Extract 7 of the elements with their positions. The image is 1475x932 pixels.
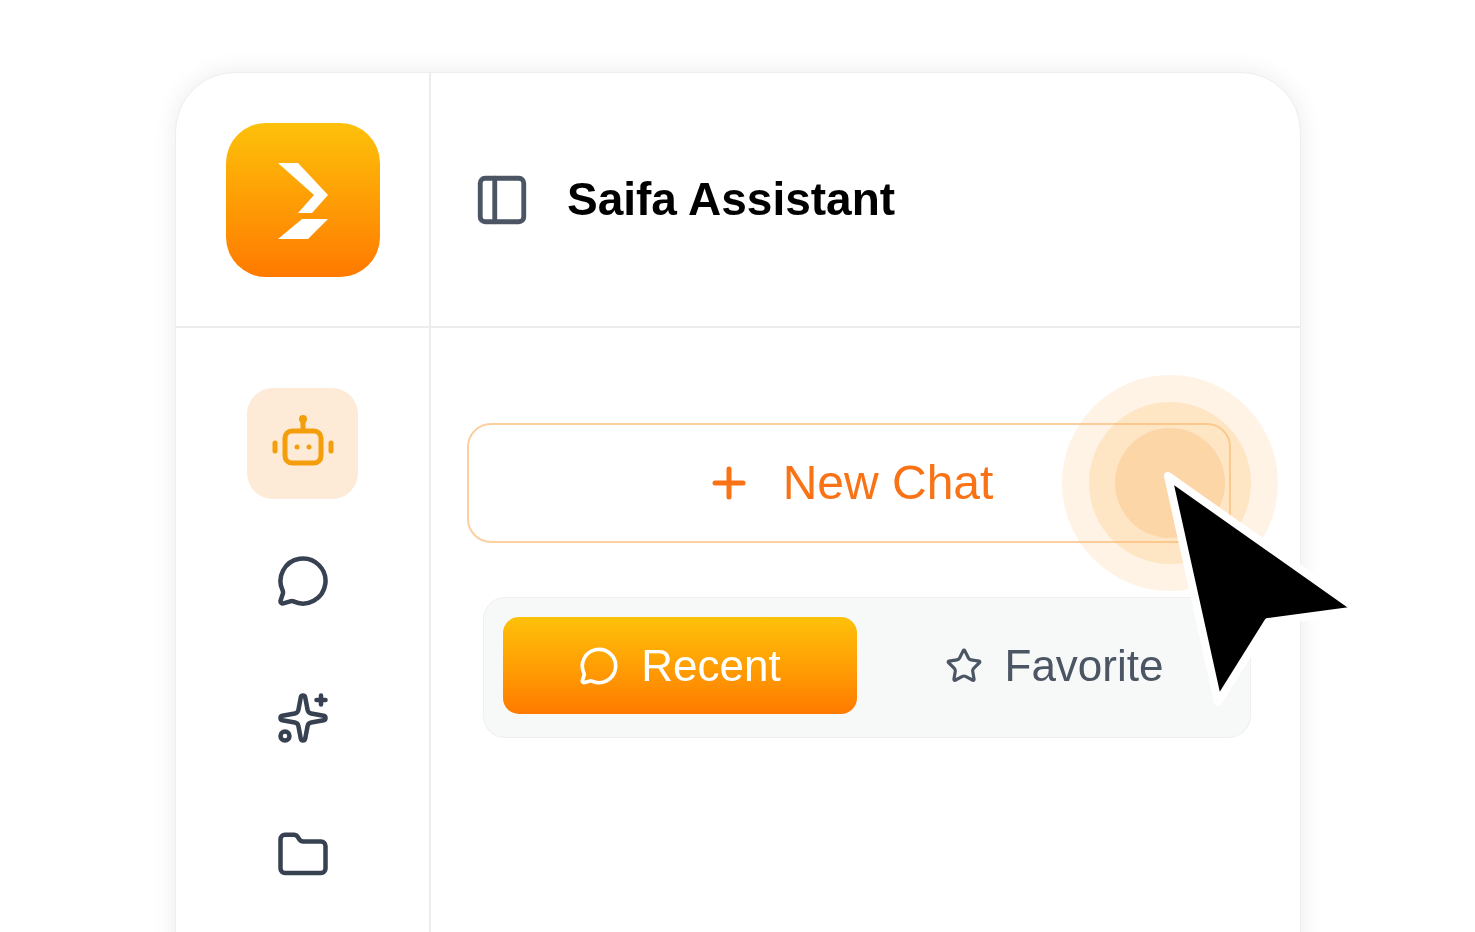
chat-bubble-icon xyxy=(579,645,620,686)
sparkles-icon xyxy=(275,690,330,745)
tab[interactable]: Recent xyxy=(503,617,857,714)
app-title: Saifa Assistant xyxy=(567,172,896,227)
chat-bubble-icon xyxy=(275,553,330,608)
star-icon xyxy=(944,646,983,685)
new-chat-button[interactable]: New Chat xyxy=(467,423,1231,543)
